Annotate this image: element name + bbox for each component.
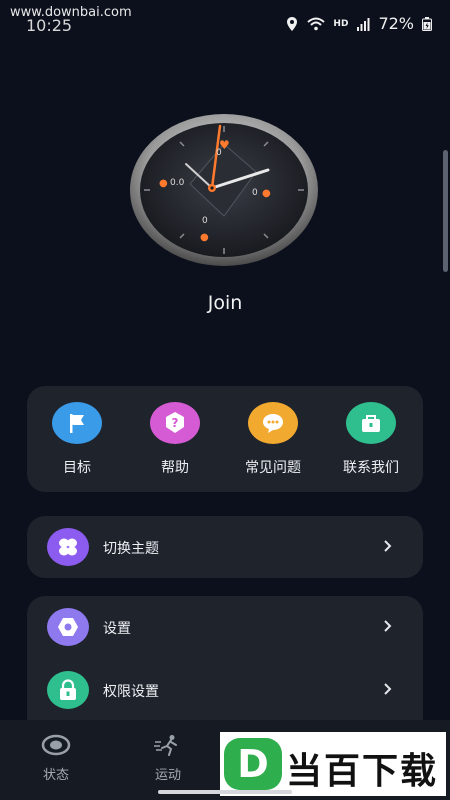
- watch-reading-bottom: 0: [202, 216, 208, 226]
- shortcut-faq-label: 常见问题: [245, 460, 301, 476]
- watch-face-preview[interactable]: ♥ ● ● ● 0 0.0 0 0: [128, 112, 320, 268]
- chevron-right-icon: [383, 538, 393, 557]
- shortcut-goal[interactable]: 目标: [32, 402, 122, 477]
- status-icons: HD 72%: [285, 14, 432, 33]
- watch-reading-heart: 0: [216, 148, 222, 158]
- chevron-right-icon: [383, 618, 393, 637]
- help-icon: ?: [150, 402, 200, 444]
- home-indicator[interactable]: [158, 790, 292, 794]
- watermark-logo-letter: D: [237, 742, 269, 786]
- shortcut-contact[interactable]: 联系我们: [326, 402, 416, 477]
- shortcut-faq[interactable]: 常见问题: [228, 402, 318, 477]
- nav-sport-label: 运动: [154, 768, 181, 783]
- battery-icon: [422, 16, 432, 31]
- hd-icon: HD: [333, 18, 349, 29]
- svg-text:?: ?: [172, 416, 179, 430]
- shortcut-help-label: 帮助: [161, 460, 189, 476]
- watch-reading-right: 0: [252, 188, 258, 198]
- nav-sport[interactable]: 运动: [128, 734, 208, 783]
- shortcut-goal-label: 目标: [63, 460, 91, 476]
- nav-status[interactable]: 状态: [16, 734, 96, 783]
- briefcase-icon: [346, 402, 396, 444]
- join-label[interactable]: Join: [0, 292, 450, 314]
- theme-row[interactable]: 切换主题: [27, 516, 423, 578]
- settings-label: 设置: [103, 621, 131, 637]
- scroll-handle[interactable]: [443, 150, 448, 272]
- theme-label: 切换主题: [103, 541, 159, 557]
- watermark-logo: D 当百下载: [220, 732, 446, 796]
- permissions-label: 权限设置: [103, 684, 159, 700]
- battery-percent: 72%: [378, 14, 414, 33]
- nav-status-label: 状态: [42, 768, 69, 783]
- permissions-row[interactable]: 权限设置: [27, 659, 423, 721]
- chat-icon: [248, 402, 298, 444]
- watermark-url: www.downbai.com: [10, 5, 132, 20]
- status-icon: [16, 734, 96, 760]
- watermark-logo-mark: D: [224, 738, 282, 790]
- wifi-icon: [307, 17, 326, 31]
- lock-icon: [47, 671, 89, 709]
- shortcuts-card: 目标 ? 帮助 常见问题 联系我们: [27, 386, 423, 492]
- chevron-right-icon: [383, 681, 393, 700]
- flag-icon: [52, 402, 102, 444]
- status-bar: 10:25 www.downbai.com HD 72%: [0, 0, 450, 46]
- shortcut-contact-label: 联系我们: [343, 460, 399, 476]
- settings-card: 设置 权限设置: [27, 596, 423, 736]
- theme-icon: [47, 528, 89, 566]
- shortcut-help[interactable]: ? 帮助: [130, 402, 220, 477]
- location-icon: [285, 16, 299, 32]
- settings-row[interactable]: 设置: [27, 596, 423, 658]
- watch-reading-left: 0.0: [170, 178, 185, 188]
- signal-icon: [356, 17, 370, 31]
- watermark-logo-text: 当百下载: [286, 751, 439, 792]
- settings-icon: [47, 608, 89, 646]
- theme-card: 切换主题: [27, 516, 423, 578]
- svg-text:●: ●: [159, 178, 168, 189]
- running-icon: [128, 734, 208, 760]
- svg-text:●: ●: [200, 232, 209, 243]
- svg-text:●: ●: [262, 188, 271, 199]
